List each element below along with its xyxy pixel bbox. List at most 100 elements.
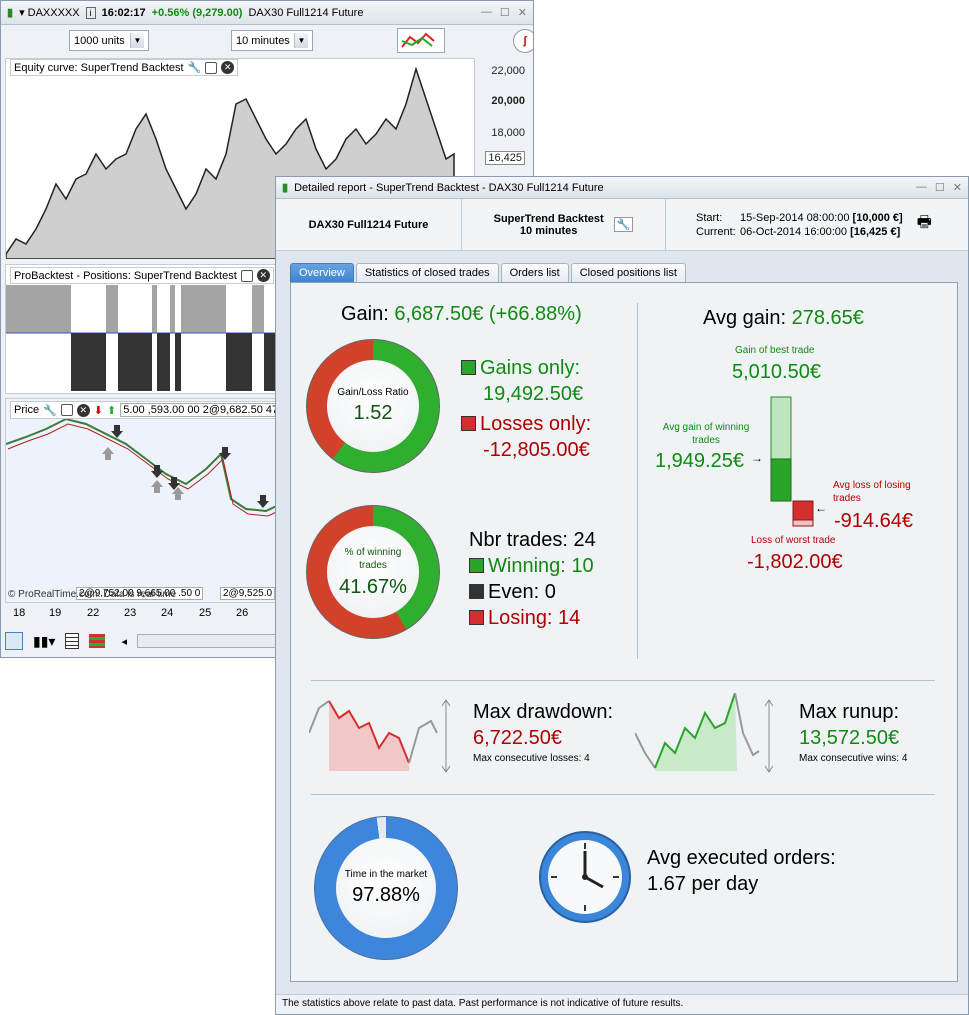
- date-tick: 18: [13, 607, 26, 619]
- date-tick: 22: [87, 607, 100, 619]
- ratio-label: Gain/Loss Ratio: [337, 387, 409, 398]
- tab-orders[interactable]: Orders list: [500, 263, 569, 282]
- max-cons-wins: Max consecutive wins: 4: [799, 753, 908, 764]
- equity-axis-1: 22,000: [491, 65, 525, 77]
- max-cons-losses: Max consecutive losses: 4: [473, 753, 590, 764]
- ratio-center: Gain/Loss Ratio 1.52: [327, 360, 419, 452]
- close-icon[interactable]: ✕: [953, 181, 962, 194]
- date-tick: 25: [199, 607, 212, 619]
- maximize-icon[interactable]: ☐: [500, 6, 510, 19]
- section-divider: [311, 794, 935, 795]
- report-tabs: Overview Statistics of closed trades Ord…: [290, 263, 686, 282]
- close-pane-icon[interactable]: ✕: [256, 269, 270, 282]
- list-icon[interactable]: [65, 633, 80, 649]
- refresh-icon[interactable]: ʃ: [513, 29, 533, 53]
- time-label: Time in the market: [344, 869, 428, 880]
- wrench-icon[interactable]: 🔧: [43, 404, 57, 417]
- max-runup-value: 13,572.50€: [799, 727, 900, 749]
- positions-label: ProBacktest - Positions: SuperTrend Back…: [10, 267, 274, 284]
- winpct-value: 41.67%: [339, 575, 407, 598]
- price-change: +0.56% (9,279.00): [151, 6, 243, 19]
- close-pane-icon[interactable]: ✕: [221, 61, 235, 74]
- report-header: DAX30 Full1214 Future SuperTrend Backtes…: [276, 199, 968, 251]
- equity-axis-2: 20,000: [491, 95, 525, 107]
- ratio-value: 1.52: [353, 402, 393, 424]
- chevron-down-icon: ▼: [294, 33, 308, 48]
- avg-gain-label: Avg gain:: [703, 307, 787, 329]
- wrench-icon[interactable]: 🔧: [613, 217, 634, 232]
- avg-loss-label: Avg loss of losing trades: [833, 480, 911, 504]
- time-center: Time in the market 97.88%: [336, 838, 436, 938]
- section-divider: [311, 680, 935, 681]
- losses-only-value: -12,805.00€: [483, 439, 590, 461]
- red-square-icon: [469, 610, 484, 625]
- tab-overview[interactable]: Overview: [290, 263, 354, 282]
- symbol-dropdown[interactable]: ▾ DAXXXXX: [19, 6, 80, 19]
- drawdown-chart: [309, 699, 451, 773]
- zoom-chart-icon[interactable]: [5, 632, 23, 650]
- green-square-icon: [469, 558, 484, 573]
- date-tick: 24: [161, 607, 174, 619]
- tab-statistics[interactable]: Statistics of closed trades: [355, 263, 499, 282]
- scroll-left-button[interactable]: ◂: [121, 635, 127, 648]
- minimize-icon[interactable]: —: [916, 181, 927, 194]
- gains-only-value: 19,492.50€: [483, 383, 584, 405]
- gain-label: Gain:: [341, 303, 389, 325]
- tab-closed-positions[interactable]: Closed positions list: [570, 263, 686, 282]
- avg-orders-label: Avg executed orders:: [647, 847, 836, 869]
- current-capital: [16,425 €]: [850, 225, 901, 238]
- equity-axis-current: 16,425: [485, 151, 525, 165]
- gain-loss-ring: Gain/Loss Ratio 1.52: [306, 339, 454, 473]
- indicator-chart-icon: [401, 32, 435, 48]
- avg-win-label: Avg gain of winning trades: [662, 422, 750, 446]
- winning-count: Winning: 10: [488, 555, 594, 577]
- equity-label: Equity curve: SuperTrend Backtest 🔧 ✕: [10, 59, 239, 76]
- runup-chart: [635, 693, 774, 773]
- layers-icon[interactable]: [89, 634, 106, 648]
- trade-distribution-bars: [770, 396, 814, 527]
- date-tick: 23: [124, 607, 137, 619]
- winpct-center: % of winning trades 41.67%: [327, 526, 419, 618]
- gains-only-label: Gains only:: [480, 357, 581, 379]
- units-select[interactable]: 1000 units ▼: [69, 30, 149, 51]
- minimize-icon[interactable]: —: [481, 6, 492, 19]
- header-strategy: SuperTrend Backtest 10 minutes 🔧: [462, 199, 666, 250]
- even-count: Even: 0: [488, 581, 556, 603]
- gain-heading: Gain: 6,687.50€ (+66.88%): [341, 303, 582, 326]
- strategy-interval: 10 minutes: [519, 224, 578, 237]
- window-icon[interactable]: [205, 61, 218, 74]
- losses-only-label: Losses only:: [480, 413, 592, 435]
- disclaimer: The statistics above relate to past data…: [276, 994, 968, 1014]
- header-dates: Start: 15-Sep-2014 08:00:00 [10,000 €] Cu…: [666, 199, 968, 250]
- start-label: Start:: [696, 211, 723, 224]
- maximize-icon[interactable]: ☐: [935, 181, 945, 194]
- worst-trade-value: -1,802.00€: [747, 551, 843, 573]
- window-icon[interactable]: [240, 269, 253, 282]
- horizontal-scrollbar[interactable]: [136, 634, 277, 648]
- red-square-icon: [461, 416, 476, 431]
- close-icon[interactable]: ✕: [518, 6, 527, 19]
- time-in-market-ring: Time in the market 97.88%: [314, 816, 458, 960]
- instrument-name: DAX30 Full1214 Future: [248, 6, 364, 19]
- wrench-icon[interactable]: 🔧: [188, 61, 202, 74]
- clock-time: 16:02:17: [101, 6, 146, 19]
- header-instrument: DAX30 Full1214 Future: [276, 199, 462, 250]
- start-capital: [10,000 €]: [852, 211, 903, 224]
- arrow-left-icon: ←: [815, 501, 827, 515]
- print-icon[interactable]: 🖶: [917, 211, 932, 238]
- indicators-button[interactable]: [397, 28, 445, 53]
- losses-only: Losses only: -12,805.00€: [461, 411, 591, 463]
- candles-icon[interactable]: ▮▮▾: [33, 633, 55, 650]
- arrow-up-icon[interactable]: ⬆: [107, 404, 116, 417]
- gain-value: 6,687.50€ (+66.88%): [394, 303, 582, 325]
- watermark: © ProRealTime.com. Data is real-time: [8, 589, 177, 600]
- avg-loss-value: -914.64€: [834, 510, 913, 532]
- close-pane-icon[interactable]: ✕: [76, 403, 90, 417]
- avg-win-value: 1,949.25€: [655, 450, 744, 472]
- candlestick-icon: ▮: [7, 7, 14, 19]
- arrow-down-icon[interactable]: ⬇: [94, 404, 103, 417]
- current-date: 06-Oct-2014 16:00:00: [740, 225, 848, 238]
- interval-select[interactable]: 10 minutes ▼: [231, 30, 313, 51]
- window-icon[interactable]: [60, 404, 73, 416]
- info-icon[interactable]: i: [85, 6, 96, 19]
